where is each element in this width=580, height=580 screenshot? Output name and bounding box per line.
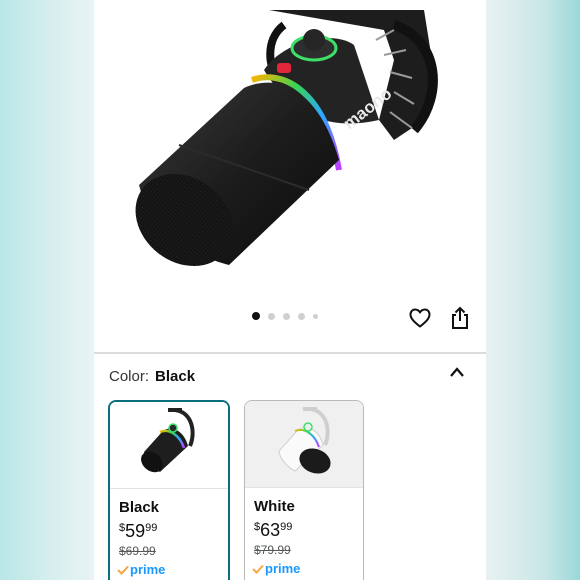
carousel-dot-4[interactable] xyxy=(298,312,305,320)
color-selector-label: Color: Black xyxy=(109,368,195,385)
carousel-dot-5[interactable] xyxy=(313,313,318,319)
carousel-dot-3[interactable] xyxy=(283,312,290,320)
option-list-price: $69.99 xyxy=(119,544,156,558)
chevron-up-icon[interactable] xyxy=(449,366,465,378)
option-name: Black xyxy=(119,499,160,516)
option-thumbnail-black xyxy=(110,402,228,489)
color-option-black[interactable]: Black $5999 $69.99 prime xyxy=(108,400,230,580)
option-list-price: $79.99 xyxy=(254,543,291,557)
prime-check-icon xyxy=(252,564,264,574)
option-price: $6399 xyxy=(254,520,293,540)
option-price: $5999 xyxy=(119,521,158,541)
section-divider xyxy=(94,352,486,354)
carousel-dot-1[interactable] xyxy=(252,312,260,320)
prime-check-icon xyxy=(117,565,129,575)
product-page: maono Color: Black Black $5999 $69.99 pr… xyxy=(94,0,486,580)
carousel-dots[interactable] xyxy=(252,312,318,320)
color-label: Color: xyxy=(109,368,150,385)
carousel-dot-2[interactable] xyxy=(268,312,275,320)
heart-icon[interactable] xyxy=(408,306,432,330)
product-image[interactable]: maono xyxy=(94,0,486,300)
option-name: White xyxy=(254,498,295,515)
share-icon[interactable] xyxy=(449,306,471,330)
prime-badge: prime xyxy=(117,562,165,577)
selected-color: Black xyxy=(155,368,196,385)
option-thumbnail-white xyxy=(245,401,363,488)
prime-badge: prime xyxy=(252,561,300,576)
color-option-white[interactable]: White $6399 $79.99 prime xyxy=(244,400,364,580)
